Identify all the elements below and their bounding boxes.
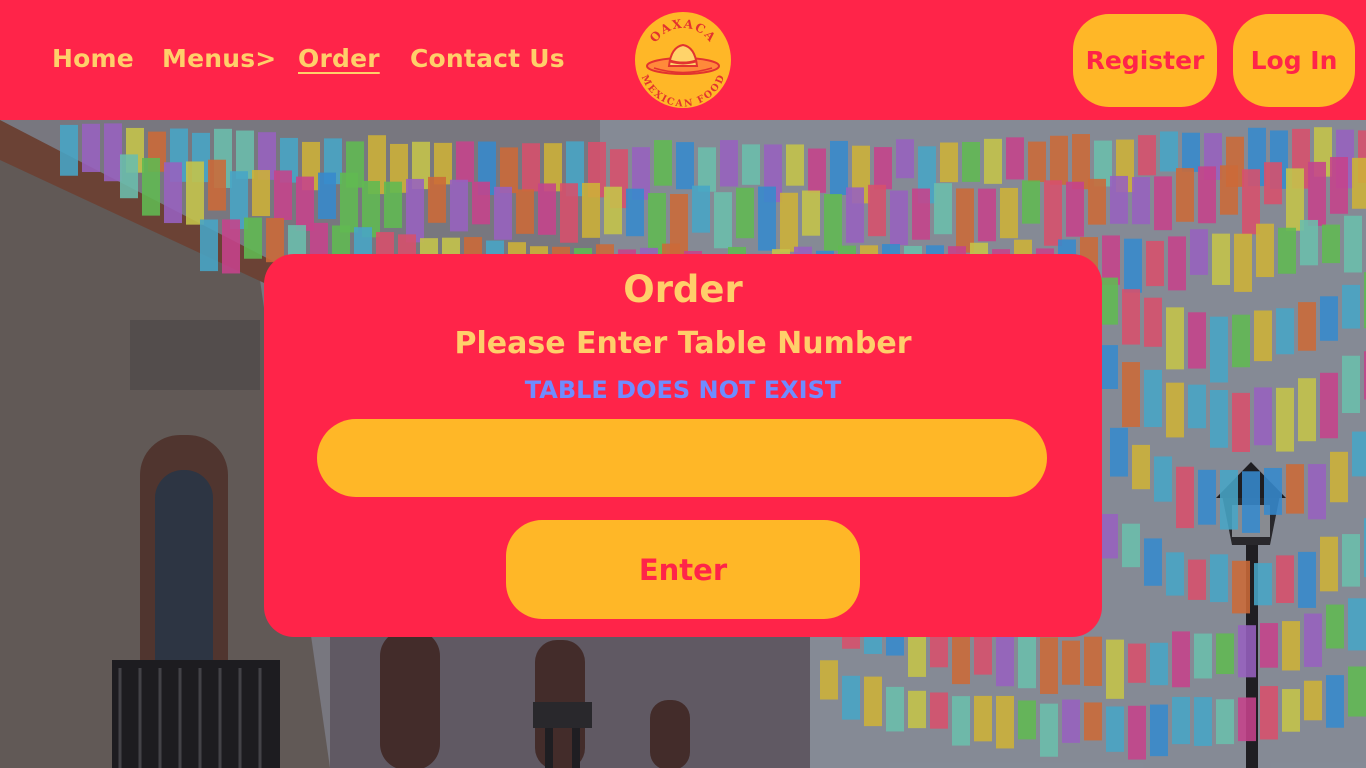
login-button[interactable]: Log In [1233, 14, 1355, 107]
oaxaca-logo[interactable]: OAXACA MEXICAN FOOD [634, 11, 732, 110]
order-title: Order [623, 268, 743, 311]
register-button[interactable]: Register [1073, 14, 1217, 107]
nav-home-link[interactable]: Home [52, 44, 134, 73]
site-header: Home Menus> Order Contact Us OAXACA MEXI… [0, 0, 1366, 120]
nav-order-link[interactable]: Order [298, 44, 380, 73]
table-number-input[interactable] [317, 419, 1047, 497]
nav-menus-link[interactable]: Menus> [162, 44, 276, 73]
enter-button[interactable]: Enter [506, 520, 860, 619]
table-error-message: TABLE DOES NOT EXIST [524, 376, 842, 404]
order-subtitle: Please Enter Table Number [454, 326, 912, 361]
sombrero-logo-icon: OAXACA MEXICAN FOOD [635, 12, 731, 110]
nav-contact-link[interactable]: Contact Us [410, 44, 565, 73]
